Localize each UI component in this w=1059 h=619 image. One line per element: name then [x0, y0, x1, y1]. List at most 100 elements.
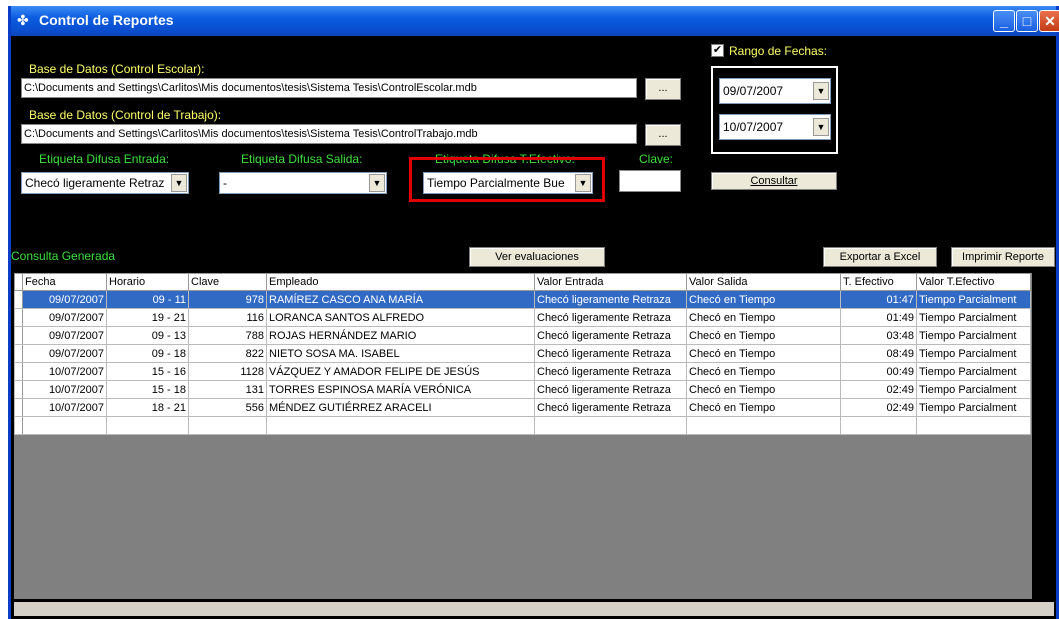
- table-cell[interactable]: Checó en Tiempo: [686, 380, 841, 399]
- table-cell[interactable]: Checó ligeramente Retraza: [534, 398, 687, 417]
- table-cell[interactable]: [686, 416, 841, 435]
- chevron-down-icon[interactable]: ▼: [813, 82, 829, 100]
- table-cell[interactable]: Tiempo Parcialment: [916, 398, 1031, 417]
- clave-input[interactable]: [619, 170, 681, 192]
- rango-fechas-checkbox[interactable]: ✔: [711, 44, 724, 57]
- table-cell[interactable]: MÉNDEZ GUTIÉRREZ ARACELI: [266, 398, 535, 417]
- column-header[interactable]: Valor Salida: [686, 273, 841, 291]
- table-cell[interactable]: ROJAS HERNÁNDEZ MARIO: [266, 326, 535, 345]
- column-header[interactable]: Horario: [106, 273, 189, 291]
- table-cell[interactable]: Checó en Tiempo: [686, 308, 841, 327]
- column-header[interactable]: Empleado: [266, 273, 535, 291]
- table-cell[interactable]: 09 - 18: [106, 344, 189, 363]
- row-selector[interactable]: [14, 380, 23, 399]
- column-header[interactable]: Valor T.Efectivo: [916, 273, 1031, 291]
- table-cell[interactable]: Checó en Tiempo: [686, 362, 841, 381]
- table-cell[interactable]: Checó en Tiempo: [686, 290, 841, 309]
- imprimir-reporte-button[interactable]: Imprimir Reporte: [951, 247, 1055, 267]
- table-cell[interactable]: Checó ligeramente Retraza: [534, 290, 687, 309]
- table-cell[interactable]: Checó en Tiempo: [686, 326, 841, 345]
- table-cell[interactable]: [916, 416, 1031, 435]
- row-selector[interactable]: [14, 344, 23, 363]
- table-cell[interactable]: 02:49: [840, 380, 917, 399]
- table-cell[interactable]: Tiempo Parcialment: [916, 344, 1031, 363]
- table-row[interactable]: 09/07/2007 09 - 13 788 ROJAS HERNÁNDEZ MARI…: [14, 326, 1031, 345]
- table-cell[interactable]: [22, 416, 107, 435]
- table-cell[interactable]: 09 - 13: [106, 326, 189, 345]
- table-cell[interactable]: 09/07/2007: [22, 308, 107, 327]
- table-cell[interactable]: 09/07/2007: [22, 344, 107, 363]
- ver-evaluaciones-button[interactable]: Ver evaluaciones: [469, 247, 605, 267]
- table-cell[interactable]: 15 - 16: [106, 362, 189, 381]
- table-cell[interactable]: [840, 416, 917, 435]
- table-cell[interactable]: RAMÍREZ CASCO ANA MARÍA: [266, 290, 535, 309]
- table-cell[interactable]: 556: [188, 398, 267, 417]
- table-cell[interactable]: Tiempo Parcialment: [916, 362, 1031, 381]
- table-cell[interactable]: TORRES ESPINOSA MARÍA VERÓNICA: [266, 380, 535, 399]
- table-cell[interactable]: Checó ligeramente Retraza: [534, 380, 687, 399]
- table-cell[interactable]: 1128: [188, 362, 267, 381]
- maximize-button[interactable]: □: [1016, 10, 1038, 32]
- table-cell[interactable]: [534, 416, 687, 435]
- table-cell[interactable]: 09/07/2007: [22, 326, 107, 345]
- table-cell[interactable]: [188, 416, 267, 435]
- table-cell[interactable]: 02:49: [840, 398, 917, 417]
- db-trabajo-path-field[interactable]: C:\Documents and Settings\Carlitos\Mis d…: [21, 124, 637, 144]
- table-row[interactable]: 10/07/2007 15 - 18 131 TORRES ESPINOSA MARÍ…: [14, 380, 1031, 399]
- table-cell[interactable]: Checó en Tiempo: [686, 344, 841, 363]
- db-escolar-browse-button[interactable]: ...: [645, 78, 681, 100]
- table-cell[interactable]: LORANCA SANTOS ALFREDO: [266, 308, 535, 327]
- minimize-button[interactable]: _: [993, 10, 1015, 32]
- table-cell[interactable]: NIETO SOSA MA. ISABEL: [266, 344, 535, 363]
- date-from-picker[interactable]: 09/07/2007 ▼: [719, 78, 831, 104]
- table-cell[interactable]: 01:49: [840, 308, 917, 327]
- table-cell[interactable]: Checó en Tiempo: [686, 398, 841, 417]
- table-cell[interactable]: 10/07/2007: [22, 398, 107, 417]
- db-escolar-path-field[interactable]: C:\Documents and Settings\Carlitos\Mis d…: [21, 78, 637, 98]
- table-cell[interactable]: 19 - 21: [106, 308, 189, 327]
- table-row[interactable]: 09/07/2007 19 - 21 116 LORANCA SANTOS ALFRE…: [14, 308, 1031, 327]
- table-row[interactable]: 10/07/2007 15 - 16 1128 VÁZQUEZ Y AMADOR FE…: [14, 362, 1031, 381]
- table-cell[interactable]: 15 - 18: [106, 380, 189, 399]
- column-header[interactable]: Fecha: [22, 273, 107, 291]
- table-cell[interactable]: 08:49: [840, 344, 917, 363]
- table-cell[interactable]: 788: [188, 326, 267, 345]
- table-cell[interactable]: Tiempo Parcialment: [916, 290, 1031, 309]
- table-row[interactable]: 10/07/2007 18 - 21 556 MÉNDEZ GUTIÉRREZ ARA…: [14, 398, 1031, 417]
- row-selector[interactable]: [14, 326, 23, 345]
- chevron-down-icon[interactable]: ▼: [813, 118, 829, 136]
- table-cell[interactable]: 01:47: [840, 290, 917, 309]
- table-row[interactable]: 09/07/2007 09 - 18 822 NIETO SOSA MA. ISABE…: [14, 344, 1031, 363]
- table-cell[interactable]: [266, 416, 535, 435]
- row-selector[interactable]: [14, 398, 23, 417]
- table-cell[interactable]: Checó ligeramente Retraza: [534, 344, 687, 363]
- column-header[interactable]: Valor Entrada: [534, 273, 687, 291]
- table-cell[interactable]: [14, 416, 23, 435]
- results-grid[interactable]: Fecha Horario Clave Empleado Valor Entrada Va…: [14, 273, 1032, 599]
- chevron-down-icon[interactable]: ▼: [171, 174, 187, 192]
- row-selector[interactable]: [14, 290, 23, 309]
- table-cell[interactable]: 116: [188, 308, 267, 327]
- table-cell[interactable]: 10/07/2007: [22, 362, 107, 381]
- table-cell[interactable]: 18 - 21: [106, 398, 189, 417]
- table-cell[interactable]: Checó ligeramente Retraza: [534, 308, 687, 327]
- table-cell[interactable]: VÁZQUEZ Y AMADOR FELIPE DE JESÚS: [266, 362, 535, 381]
- table-row-empty[interactable]: [14, 416, 1031, 435]
- table-cell[interactable]: Checó ligeramente Retraza: [534, 326, 687, 345]
- column-header[interactable]: Clave: [188, 273, 267, 291]
- table-cell[interactable]: Tiempo Parcialment: [916, 326, 1031, 345]
- table-cell[interactable]: 03:48: [840, 326, 917, 345]
- date-to-picker[interactable]: 10/07/2007 ▼: [719, 114, 831, 140]
- table-cell[interactable]: 131: [188, 380, 267, 399]
- close-button[interactable]: ✕: [1039, 10, 1059, 32]
- chevron-down-icon[interactable]: ▼: [369, 174, 385, 192]
- row-selector[interactable]: [14, 362, 23, 381]
- consultar-button[interactable]: Consultar: [711, 172, 837, 190]
- table-cell[interactable]: Tiempo Parcialment: [916, 380, 1031, 399]
- table-cell[interactable]: [106, 416, 189, 435]
- exportar-excel-button[interactable]: Exportar a Excel: [823, 247, 937, 267]
- table-cell[interactable]: 978: [188, 290, 267, 309]
- column-header[interactable]: T. Efectivo: [840, 273, 917, 291]
- table-cell[interactable]: 09/07/2007: [22, 290, 107, 309]
- table-row[interactable]: 09/07/2007 09 - 11 978 RAMÍREZ CASCO ANA MA…: [14, 290, 1031, 309]
